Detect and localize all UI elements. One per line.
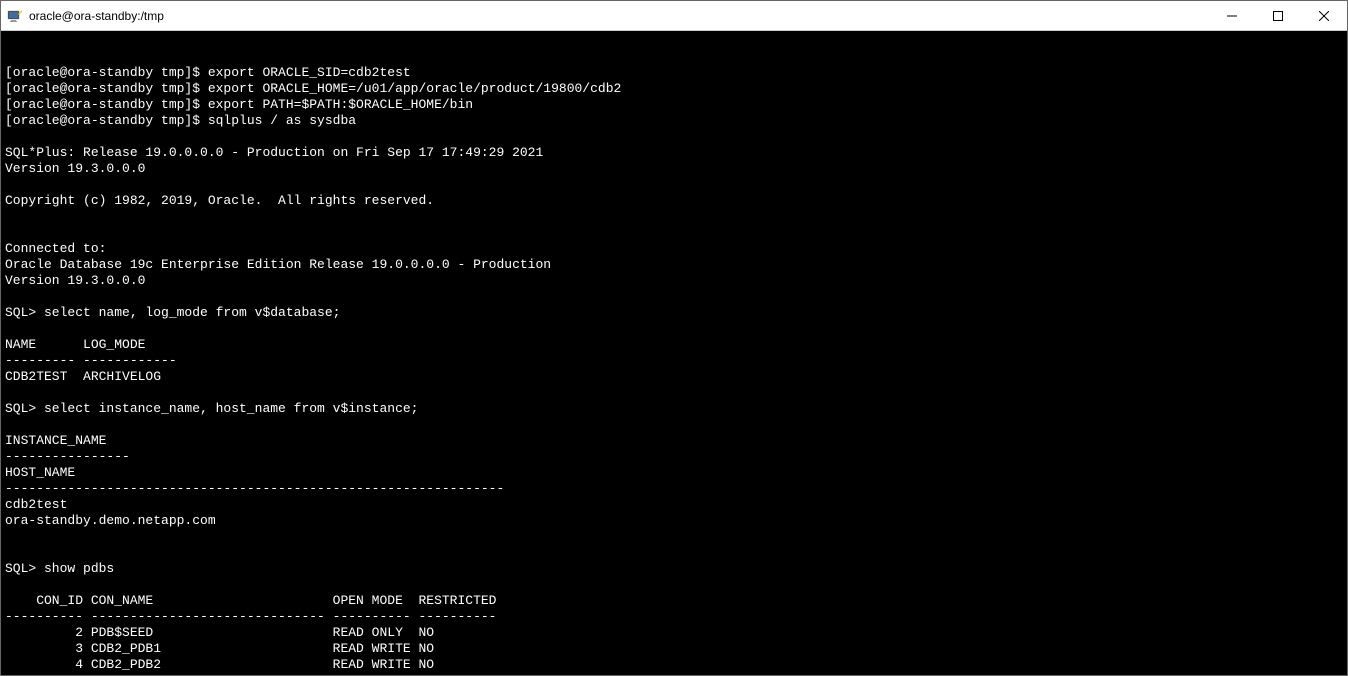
terminal-line: 3 CDB2_PDB1 READ WRITE NO — [5, 641, 1343, 657]
maximize-button[interactable] — [1255, 1, 1301, 30]
terminal-line: 2 PDB$SEED READ ONLY NO — [5, 625, 1343, 641]
terminal-line: HOST_NAME — [5, 465, 1343, 481]
terminal-line: [oracle@ora-standby tmp]$ export PATH=$P… — [5, 97, 1343, 113]
putty-window: oracle@ora-standby:/tmp [oracle@ora-stan… — [0, 0, 1348, 676]
terminal-line — [5, 545, 1343, 561]
terminal-line — [5, 417, 1343, 433]
terminal-line: [oracle@ora-standby tmp]$ export ORACLE_… — [5, 81, 1343, 97]
window-title: oracle@ora-standby:/tmp — [29, 9, 1209, 23]
terminal-line — [5, 577, 1343, 593]
terminal-line: SQL*Plus: Release 19.0.0.0.0 - Productio… — [5, 145, 1343, 161]
terminal-line — [5, 385, 1343, 401]
terminal-line: NAME LOG_MODE — [5, 337, 1343, 353]
terminal-line: SQL> show pdbs — [5, 561, 1343, 577]
terminal-line: SQL> select name, log_mode from v$databa… — [5, 305, 1343, 321]
terminal-area[interactable]: [oracle@ora-standby tmp]$ export ORACLE_… — [1, 31, 1347, 675]
terminal-line: SQL> select instance_name, host_name fro… — [5, 401, 1343, 417]
terminal-line: 5 CDB2_PDB3 READ WRITE NO — [5, 673, 1343, 675]
terminal-line: ---------------- — [5, 449, 1343, 465]
terminal-line: ----------------------------------------… — [5, 481, 1343, 497]
close-button[interactable] — [1301, 1, 1347, 30]
terminal-line: [oracle@ora-standby tmp]$ export ORACLE_… — [5, 65, 1343, 81]
terminal-line: 4 CDB2_PDB2 READ WRITE NO — [5, 657, 1343, 673]
terminal-line: ora-standby.demo.netapp.com — [5, 513, 1343, 529]
titlebar[interactable]: oracle@ora-standby:/tmp — [1, 1, 1347, 31]
terminal-line: --------- ------------ — [5, 353, 1343, 369]
terminal-line: Copyright (c) 1982, 2019, Oracle. All ri… — [5, 193, 1343, 209]
terminal-line: Version 19.3.0.0.0 — [5, 273, 1343, 289]
terminal-line: Connected to: — [5, 241, 1343, 257]
terminal-line: Version 19.3.0.0.0 — [5, 161, 1343, 177]
minimize-button[interactable] — [1209, 1, 1255, 30]
terminal-line — [5, 177, 1343, 193]
terminal-line: Oracle Database 19c Enterprise Edition R… — [5, 257, 1343, 273]
window-controls — [1209, 1, 1347, 30]
terminal-line: CON_ID CON_NAME OPEN MODE RESTRICTED — [5, 593, 1343, 609]
terminal-line: INSTANCE_NAME — [5, 433, 1343, 449]
terminal-line: ---------- -----------------------------… — [5, 609, 1343, 625]
terminal-output: [oracle@ora-standby tmp]$ export ORACLE_… — [5, 65, 1343, 675]
terminal-line: [oracle@ora-standby tmp]$ sqlplus / as s… — [5, 113, 1343, 129]
terminal-line: cdb2test — [5, 497, 1343, 513]
terminal-line — [5, 321, 1343, 337]
terminal-line — [5, 209, 1343, 225]
terminal-line: CDB2TEST ARCHIVELOG — [5, 369, 1343, 385]
putty-icon — [7, 8, 23, 24]
terminal-line — [5, 225, 1343, 241]
terminal-line — [5, 129, 1343, 145]
terminal-line — [5, 529, 1343, 545]
terminal-line — [5, 289, 1343, 305]
